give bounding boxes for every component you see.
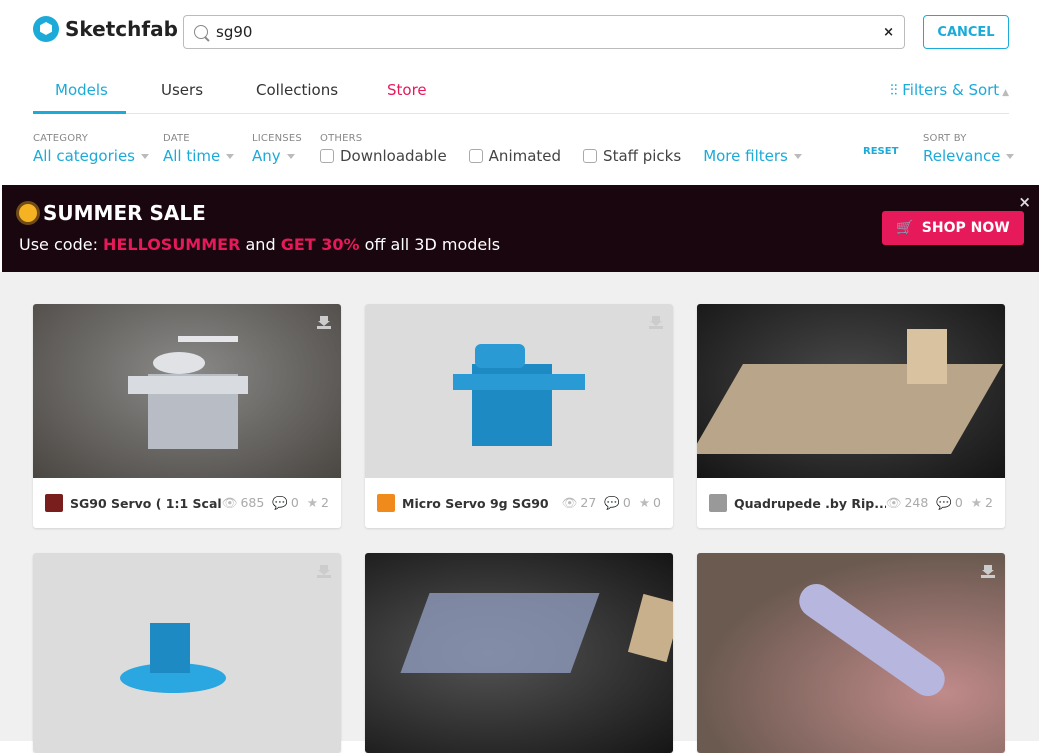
comment-icon: 💬 xyxy=(936,495,952,510)
model-thumbnail[interactable] xyxy=(697,553,1005,753)
animated-checkbox[interactable]: Animated xyxy=(468,147,561,165)
comment-icon: 💬 xyxy=(272,495,288,510)
caret-up-icon: ▲ xyxy=(999,88,1009,98)
cancel-button[interactable]: CANCEL xyxy=(923,15,1009,49)
model-thumbnail[interactable] xyxy=(33,304,341,478)
model-card[interactable] xyxy=(697,553,1005,753)
download-icon[interactable] xyxy=(649,316,663,329)
model-name[interactable]: Quadrupede .by Rip... xyxy=(734,496,886,511)
comments: 💬 0 xyxy=(604,495,631,510)
sun-icon xyxy=(19,204,37,222)
model-card[interactable] xyxy=(365,553,673,753)
comments: 💬 0 xyxy=(272,495,299,510)
clear-search-icon[interactable]: × xyxy=(883,25,894,40)
eye-icon: 👁 xyxy=(221,495,238,510)
tab-store[interactable]: Store xyxy=(387,81,427,99)
views: 👁 685 xyxy=(221,495,265,510)
search-input[interactable]: sg90 × xyxy=(183,15,905,49)
model-name[interactable]: Micro Servo 9g SG90 xyxy=(402,496,562,511)
model-thumbnail[interactable] xyxy=(33,553,341,753)
avatar[interactable] xyxy=(377,494,395,512)
caret-down-icon xyxy=(1006,154,1015,159)
model-card[interactable]: Quadrupede .by Rip... 👁 248 💬 0 ★ 2 xyxy=(697,304,1005,528)
model-name[interactable]: SG90 Servo ( 1:1 Scal... xyxy=(70,496,222,511)
views: 👁 248 xyxy=(885,495,929,510)
more-filters-dropdown[interactable]: More filters xyxy=(703,147,802,165)
active-tab-indicator xyxy=(33,111,126,114)
model-card[interactable]: SG90 Servo ( 1:1 Scal... 👁 685 💬 0 ★ 2 xyxy=(33,304,341,528)
sketchfab-logo[interactable]: Sketchfab xyxy=(33,16,178,42)
caret-down-icon xyxy=(226,154,235,159)
sort-dropdown[interactable]: SORT BY Relevance xyxy=(923,133,1015,165)
model-card[interactable]: Micro Servo 9g SG90 👁 27 💬 0 ★ 0 xyxy=(365,304,673,528)
model-thumbnail[interactable] xyxy=(697,304,1005,478)
eye-icon: 👁 xyxy=(561,495,578,510)
comments: 💬 0 xyxy=(936,495,963,510)
download-icon[interactable] xyxy=(317,316,331,329)
likes: ★ 2 xyxy=(970,495,993,510)
caret-down-icon xyxy=(793,154,802,159)
category-filter[interactable]: CATEGORY All categories xyxy=(33,133,149,165)
licenses-filter[interactable]: LICENSES Any xyxy=(252,133,302,165)
tab-collections[interactable]: Collections xyxy=(256,81,338,99)
shop-now-button[interactable]: 🛒 SHOP NOW xyxy=(882,211,1024,245)
star-icon: ★ xyxy=(970,495,983,510)
caret-down-icon xyxy=(286,154,295,159)
search-value[interactable]: sg90 xyxy=(216,23,883,41)
logo-icon xyxy=(33,16,59,42)
date-filter[interactable]: DATE All time xyxy=(163,133,235,165)
likes: ★ 2 xyxy=(306,495,329,510)
model-grid: SG90 Servo ( 1:1 Scal... 👁 685 💬 0 ★ 2 Micro … xyxy=(0,272,1039,753)
download-icon[interactable] xyxy=(317,565,331,578)
filters-sort-button[interactable]: ⫶⫶ Filters & Sort ▲ xyxy=(890,81,1009,99)
avatar[interactable] xyxy=(709,494,727,512)
close-banner-icon[interactable]: × xyxy=(1018,193,1031,211)
sliders-icon: ⫶⫶ xyxy=(889,81,903,99)
reset-button[interactable]: RESET xyxy=(863,146,898,157)
others-filter: OTHERS Downloadable Animated Staff picks… xyxy=(320,133,802,165)
staff-picks-checkbox[interactable]: Staff picks xyxy=(583,147,681,165)
download-icon[interactable] xyxy=(981,565,995,578)
model-thumbnail[interactable] xyxy=(365,553,673,753)
star-icon: ★ xyxy=(306,495,319,510)
cart-icon: 🛒 xyxy=(896,220,914,236)
likes: ★ 0 xyxy=(638,495,661,510)
eye-icon: 👁 xyxy=(885,495,902,510)
caret-down-icon xyxy=(141,154,149,159)
tab-bar: Models Users Collections Store ⫶⫶ Filter… xyxy=(33,72,1009,114)
tab-models[interactable]: Models xyxy=(55,81,108,99)
comment-icon: 💬 xyxy=(604,495,620,510)
avatar[interactable] xyxy=(45,494,63,512)
tab-users[interactable]: Users xyxy=(161,81,203,99)
views: 👁 27 xyxy=(561,495,597,510)
downloadable-checkbox[interactable]: Downloadable xyxy=(320,147,447,165)
search-icon xyxy=(194,25,208,39)
banner-text: Use code: HELLOSUMMER and GET 30% off al… xyxy=(19,235,501,254)
model-card[interactable] xyxy=(33,553,341,753)
star-icon: ★ xyxy=(638,495,651,510)
summer-sale-banner: SUMMER SALE Use code: HELLOSUMMER and GE… xyxy=(2,185,1039,272)
model-thumbnail[interactable] xyxy=(365,304,673,478)
